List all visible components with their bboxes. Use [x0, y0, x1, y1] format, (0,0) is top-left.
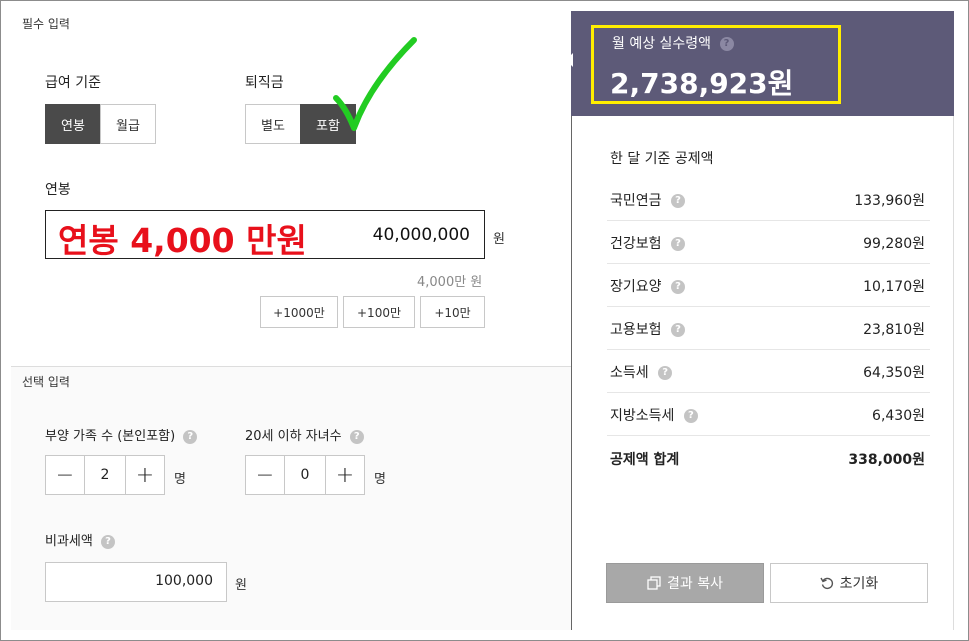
dependents-label-text: 부양 가족 수 (본인포함): [45, 429, 176, 444]
nontaxable-input[interactable]: 100,000: [45, 562, 227, 602]
children-minus-button[interactable]: −: [245, 455, 285, 495]
nontaxable-unit: 원: [235, 578, 247, 593]
deduction-total-row: 공제액 합계 338,000원: [607, 436, 930, 480]
dependents-plus-button[interactable]: +: [125, 455, 165, 495]
children-value[interactable]: 0: [284, 455, 326, 495]
dependents-minus-button[interactable]: −: [45, 455, 85, 495]
reset-button[interactable]: 초기화: [770, 563, 928, 603]
children-unit: 명: [374, 472, 386, 487]
dependents-label: 부양 가족 수 (본인포함) ?: [45, 425, 198, 444]
children-label-text: 20세 이하 자녀수: [245, 429, 342, 444]
deduction-name: 장기요양 ?: [610, 276, 685, 296]
deduction-value: 6,430원: [872, 408, 925, 424]
section-divider: [11, 366, 571, 367]
help-icon[interactable]: ?: [658, 366, 673, 380]
deduction-total-label: 공제액 합계: [610, 452, 680, 468]
deduction-value: 133,960원: [854, 193, 925, 209]
deduction-value: 64,350원: [863, 365, 925, 381]
salary-overlay-text: 연봉 4,000 만원: [58, 221, 307, 260]
deduction-name: 국민연금 ?: [610, 190, 685, 210]
help-icon[interactable]: ?: [349, 429, 364, 444]
copy-result-button[interactable]: 결과 복사: [606, 563, 764, 603]
required-section-title: 필수 입력: [22, 17, 70, 31]
salary-basis-toggle: 연봉 월급: [45, 104, 156, 144]
help-icon[interactable]: ?: [670, 323, 685, 337]
deduction-value: 23,810원: [863, 322, 925, 338]
deduction-name: 건강보험 ?: [610, 233, 685, 253]
reset-label: 초기화: [839, 576, 879, 592]
add-1m-button[interactable]: +100만: [343, 296, 415, 328]
help-icon[interactable]: ?: [100, 534, 115, 549]
deduction-row: 장기요양 ? 10,170원: [607, 263, 930, 307]
dependents-unit: 명: [174, 472, 186, 487]
dependents-stepper: − 2 +: [45, 455, 165, 495]
reset-icon: [820, 577, 833, 590]
annual-salary-input[interactable]: 연봉 4,000 만원 40,000,000: [45, 210, 485, 260]
annual-salary-unit: 원: [493, 232, 505, 247]
panel-pointer: [566, 53, 573, 67]
optional-section-title: 선택 입력: [22, 375, 70, 389]
deduction-total-value: 338,000원: [848, 452, 925, 468]
add-10m-button[interactable]: +1000만: [260, 296, 338, 328]
help-icon[interactable]: ?: [670, 237, 685, 251]
deduction-row: 건강보험 ? 99,280원: [607, 220, 930, 264]
children-label: 20세 이하 자녀수 ?: [245, 425, 364, 444]
deduction-row: 소득세 ? 64,350원: [607, 349, 930, 393]
salary-basis-label: 급여 기준: [45, 75, 101, 91]
deduction-name: 지방소득세 ?: [610, 405, 698, 425]
children-plus-button[interactable]: +: [325, 455, 365, 495]
deduction-row: 국민연금 ? 133,960원: [607, 177, 930, 221]
result-label-text: 월 예상 실수령액: [612, 36, 712, 52]
salary-basis-monthly-button[interactable]: 월급: [100, 104, 156, 144]
annual-salary-summary: 4,000만 원: [417, 275, 483, 290]
deductions-title: 한 달 기준 공제액: [610, 151, 714, 167]
deduction-value: 99,280원: [863, 236, 925, 252]
deduction-name: 고용보험 ?: [610, 319, 685, 339]
nontaxable-label-text: 비과세액: [45, 534, 93, 549]
dependents-value[interactable]: 2: [84, 455, 126, 495]
annual-salary-value: 40,000,000: [372, 225, 470, 245]
help-icon[interactable]: ?: [183, 429, 198, 444]
help-icon[interactable]: ?: [670, 194, 685, 208]
severance-separate-button[interactable]: 별도: [245, 104, 301, 144]
result-label: 월 예상 실수령액 ?: [612, 33, 734, 53]
deduction-name: 소득세 ?: [610, 362, 673, 382]
deduction-row: 고용보험 ? 23,810원: [607, 306, 930, 350]
result-value: 2,738,923원: [610, 67, 794, 100]
deduction-value: 10,170원: [863, 279, 925, 295]
help-icon[interactable]: ?: [670, 280, 685, 294]
help-icon[interactable]: ?: [719, 37, 734, 51]
help-icon[interactable]: ?: [683, 409, 698, 423]
nontaxable-label: 비과세액 ?: [45, 530, 115, 549]
deduction-row: 지방소득세 ? 6,430원: [607, 392, 930, 436]
copy-icon: [647, 576, 661, 590]
severance-label: 퇴직금: [245, 75, 284, 91]
salary-basis-annual-button[interactable]: 연봉: [45, 104, 101, 144]
checkmark-icon: [333, 37, 417, 131]
add-100k-button[interactable]: +10만: [420, 296, 485, 328]
annual-salary-label: 연봉: [45, 182, 71, 198]
copy-result-label: 결과 복사: [667, 576, 723, 592]
children-stepper: − 0 +: [245, 455, 365, 495]
